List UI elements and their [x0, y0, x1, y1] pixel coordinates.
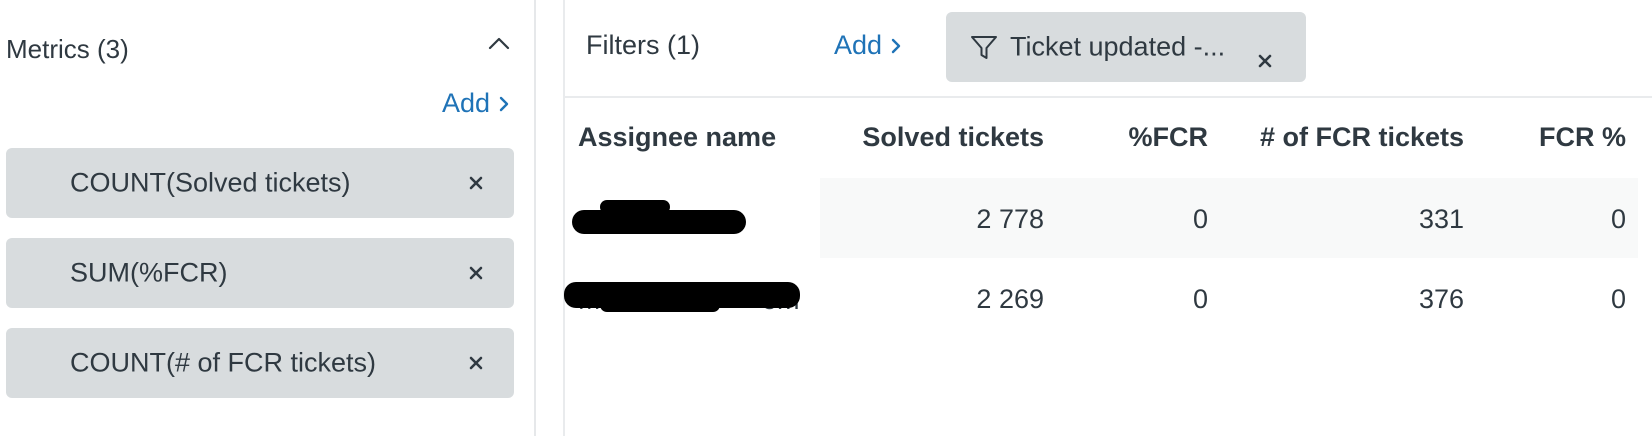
chevron-right-icon [891, 38, 901, 53]
filter-chip-label: Ticket updated -... [1010, 31, 1226, 62]
column-header-solved[interactable]: Solved tickets [800, 122, 1044, 153]
chevron-right-icon [499, 96, 509, 111]
metric-label: COUNT(# of FCR tickets) [70, 347, 377, 378]
column-header-fcr-tickets[interactable]: # of FCR tickets [1220, 122, 1464, 153]
close-icon[interactable] [462, 349, 490, 377]
cell-solved: 2 269 [976, 284, 1044, 314]
cell-fcr-tickets: 376 [1418, 284, 1464, 314]
cell-solved: 2 778 [976, 204, 1044, 234]
cell-fcr-percent: 0 [1610, 204, 1626, 234]
panel-divider [563, 0, 565, 436]
cell-fcr-pct: 0 [1192, 284, 1208, 314]
add-metric-link[interactable]: Add [442, 88, 510, 119]
column-header-fcr-pct[interactable]: %FCR [1080, 122, 1209, 153]
filter-chip[interactable]: Ticket updated -... [946, 12, 1306, 82]
redaction-mark [600, 298, 720, 312]
cell-fcr-percent: 0 [1610, 284, 1626, 314]
panel-divider [534, 0, 536, 436]
close-icon[interactable] [1252, 48, 1278, 74]
add-filter-label: Add [834, 30, 883, 60]
cell-fcr-tickets: 331 [1418, 204, 1464, 234]
cell-fcr-pct: 0 [1192, 204, 1208, 234]
column-header-fcr-percent[interactable]: FCR % [1480, 122, 1626, 153]
report-builder: Metrics (3) Add COUNT(Solved tickets) SU… [0, 0, 1652, 436]
metric-pill[interactable]: COUNT(# of FCR tickets) [6, 328, 514, 398]
metric-label: COUNT(Solved tickets) [70, 167, 351, 198]
metric-label: SUM(%FCR) [70, 257, 228, 288]
metric-pill[interactable]: COUNT(Solved tickets) [6, 148, 514, 218]
chevron-up-icon[interactable] [486, 34, 512, 54]
metrics-panel: Metrics (3) Add COUNT(Solved tickets) SU… [0, 0, 534, 436]
filters-title: Filters (1) [586, 30, 700, 60]
header-divider [565, 96, 1652, 98]
column-header-assignee[interactable]: Assignee name [578, 122, 776, 153]
add-filter-link[interactable]: Add [834, 30, 902, 61]
redaction-mark [600, 200, 670, 214]
add-metric-label: Add [442, 88, 491, 118]
metrics-title: Metrics (3) [6, 34, 129, 64]
close-icon[interactable] [462, 259, 490, 287]
close-icon[interactable] [462, 169, 490, 197]
metric-pill[interactable]: SUM(%FCR) [6, 238, 514, 308]
funnel-icon [971, 36, 997, 59]
